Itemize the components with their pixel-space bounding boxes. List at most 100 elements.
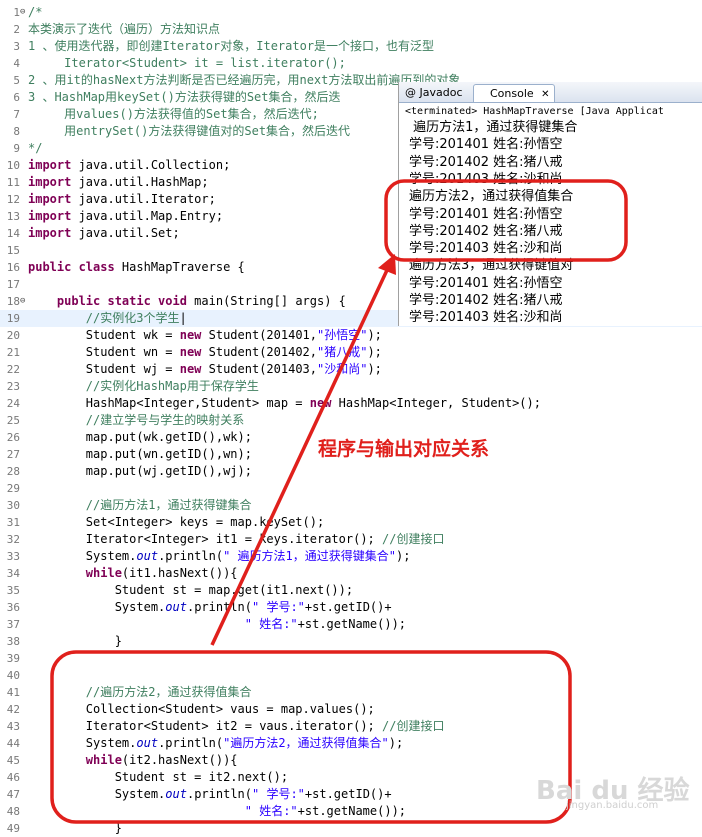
code-line[interactable]: 39	[0, 650, 702, 667]
code-text: public class HashMapTraverse {	[28, 259, 245, 276]
code-text: //遍历方法2，通过获得值集合	[28, 684, 252, 701]
code-text: 本类演示了迭代（遍历）方法知识点	[28, 21, 220, 38]
code-text: map.put(wn.getID(),wn);	[28, 446, 252, 463]
code-line[interactable]: 40	[0, 667, 702, 684]
fold-toggle-icon[interactable]: ⊖	[20, 293, 25, 310]
console-output-line: 学号:201403 姓名:沙和尚	[409, 241, 563, 257]
code-token: //建立学号与学生的映射关系	[28, 413, 245, 427]
code-token: Student(201402,	[201, 345, 317, 359]
code-text: public static void main(String[] args) {	[28, 293, 346, 310]
code-token: public class	[28, 260, 115, 274]
code-line[interactable]: 30 //遍历方法1，通过获得键集合	[0, 497, 702, 514]
line-number: 24	[6, 397, 20, 410]
code-text: while(it2.hasNext()){	[28, 752, 238, 769]
code-token: (it2.hasNext()){	[121, 753, 238, 767]
code-token: out	[165, 787, 187, 801]
code-line[interactable]: 37 " 姓名:"+st.getName());	[0, 616, 702, 633]
code-text: Student wk = new Student(201401,"孙悟空");	[28, 327, 382, 344]
code-line[interactable]: 23 //实例化HashMap用于保存学生	[0, 378, 702, 395]
code-token: out	[136, 736, 159, 750]
code-line[interactable]: 4 Iterator<Student> it = list.iterator()…	[0, 55, 702, 72]
code-line[interactable]: 21 Student wn = new Student(201402,"猪八戒"…	[0, 344, 702, 361]
code-line[interactable]: 3 1 、使用迭代器，即创建Iterator对象，Iterator是一个接口，也有…	[0, 38, 702, 55]
code-line[interactable]: 36 System.out.println(" 学号:"+st.getID()+	[0, 599, 702, 616]
line-number: 5	[13, 74, 20, 87]
console-output-line: 学号:201403 姓名:沙和尚	[409, 171, 563, 187]
code-line[interactable]: 20 Student wk = new Student(201401,"孙悟空"…	[0, 327, 702, 344]
code-text: }	[28, 633, 122, 650]
console-output-line: 学号:201401 姓名:孙悟空	[409, 275, 563, 291]
tab-javadoc[interactable]: @ Javadoc	[405, 84, 463, 101]
code-line[interactable]: 29	[0, 480, 702, 497]
code-text: import java.util.Set;	[28, 225, 180, 242]
code-line[interactable]: 33 System.out.println(" 遍历方法1，通过获得键集合");	[0, 548, 702, 565]
code-token: Set<Integer> keys = map.keySet();	[28, 515, 325, 529]
code-text: System.out.println(" 学号:"+st.getID()+	[28, 599, 392, 616]
code-line[interactable]: 24 HashMap<Integer,Student> map = new Ha…	[0, 395, 702, 412]
code-token: System.	[28, 600, 166, 614]
code-token: import	[28, 226, 72, 240]
console-output-line: 遍历方法2，通过获得值集合	[409, 189, 574, 205]
code-token: map.put(wn.getID(),wn);	[28, 447, 252, 461]
line-number: 46	[6, 771, 20, 784]
code-token: java.util.Collection;	[71, 158, 231, 172]
code-text: Set<Integer> keys = map.keySet();	[28, 514, 324, 531]
code-text: Student st = map.get(it1.next());	[28, 582, 353, 599]
code-line[interactable]: 45 while(it2.hasNext()){	[0, 752, 702, 769]
line-number: 48	[6, 805, 20, 818]
console-output-line: 学号:201403 姓名:沙和尚	[409, 310, 563, 326]
line-number: 49	[6, 822, 20, 835]
code-line[interactable]: 41 //遍历方法2，通过获得值集合	[0, 684, 702, 701]
code-text: import java.util.HashMap;	[28, 174, 209, 191]
code-token: map.put(wk.getID(),wk);	[28, 430, 252, 444]
code-text: Student wn = new Student(201402,"猪八戒");	[28, 344, 382, 361]
code-line[interactable]: 31 Set<Integer> keys = map.keySet();	[0, 514, 702, 531]
code-text: import java.util.Map.Entry;	[28, 208, 223, 225]
code-token: );	[396, 549, 411, 563]
code-line[interactable]: 34 while(it1.hasNext()){	[0, 565, 702, 582]
console-output-line: 遍历方法3，通过获得键值对	[409, 258, 574, 274]
code-token: );	[367, 362, 382, 376]
code-line[interactable]: 32 Iterator<Integer> it1 = keys.iterator…	[0, 531, 702, 548]
code-token: new	[179, 328, 202, 342]
code-token: +st.getName());	[297, 617, 407, 631]
code-line[interactable]: 25 //建立学号与学生的映射关系	[0, 412, 702, 429]
fold-toggle-icon[interactable]: ⊖	[20, 4, 25, 21]
code-line[interactable]: 2 本类演示了迭代（遍历）方法知识点	[0, 21, 702, 38]
console-output-line: 遍历方法1，通过获得键集合	[409, 120, 578, 135]
code-line[interactable]: 1 ⊖/*	[0, 4, 702, 21]
close-icon[interactable]: ✕	[541, 89, 549, 100]
line-number: 19	[6, 312, 20, 325]
code-token: new	[309, 396, 332, 410]
code-token: " 学号:"	[252, 600, 305, 614]
line-number: 11	[6, 176, 20, 189]
code-line[interactable]: 43 Iterator<Student> it2 = vaus.iterator…	[0, 718, 702, 735]
code-token: java.util.HashMap;	[71, 175, 209, 189]
line-number: 25	[6, 414, 20, 427]
code-token: //创建接口	[382, 719, 445, 733]
code-line[interactable]: 38 }	[0, 633, 702, 650]
code-text: map.put(wj.getID(),wj);	[28, 463, 252, 480]
code-token: +st.getID()+	[304, 787, 392, 801]
code-token: /*	[28, 5, 43, 19]
tab-console[interactable]: Console ✕	[473, 84, 555, 102]
line-number: 2	[13, 23, 20, 36]
code-line[interactable]: 28 map.put(wj.getID(),wj);	[0, 463, 702, 480]
line-number: 36	[6, 601, 20, 614]
code-line[interactable]: 35 Student st = map.get(it1.next());	[0, 582, 702, 599]
code-token: " 学号:"	[252, 787, 305, 801]
code-token: public static void	[56, 294, 187, 308]
code-line[interactable]: 22 Student wj = new Student(201403,"沙和尚"…	[0, 361, 702, 378]
line-number: 34	[6, 567, 20, 580]
code-text: Student wj = new Student(201403,"沙和尚");	[28, 361, 382, 378]
line-number: 35	[6, 584, 20, 597]
code-line[interactable]: 49 }	[0, 820, 702, 837]
code-line[interactable]: 44 System.out.println("遍历方法2，通过获得值集合");	[0, 735, 702, 752]
code-token: main(String[] args) {	[186, 294, 346, 308]
code-text: " 姓名:"+st.getName());	[28, 616, 406, 633]
code-line[interactable]: 42 Collection<Student> vaus = map.values…	[0, 701, 702, 718]
code-token: Student st = map.get(it1.next());	[28, 583, 354, 597]
code-token: Student wk =	[28, 328, 180, 342]
line-number: 13	[6, 210, 20, 223]
code-token: new	[179, 345, 202, 359]
